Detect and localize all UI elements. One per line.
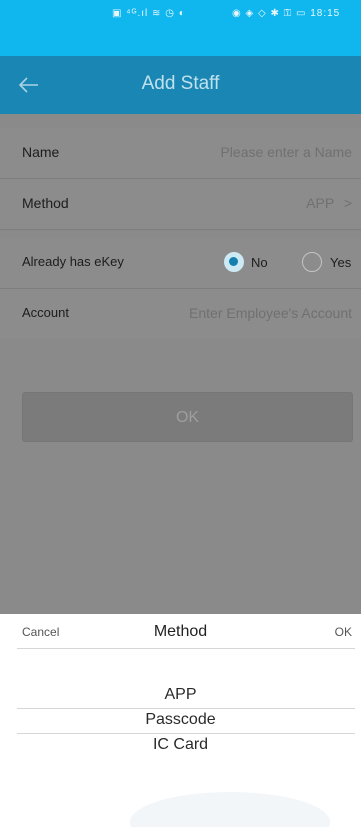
picker-selection-line: [17, 708, 355, 709]
status-icons-right: ◉ ◈ ◇ ✱ ⚿ ▭ 18:15: [232, 8, 341, 19]
page-title: Add Staff: [141, 73, 220, 94]
account-row[interactable]: Account Enter Employee's Account: [0, 289, 361, 339]
picker-option-passcode[interactable]: Passcode: [0, 711, 361, 729]
name-label: Name: [22, 144, 60, 160]
chevron-right-icon: >: [343, 195, 352, 211]
method-row[interactable]: Method APP >: [0, 179, 361, 229]
picker-cancel-button[interactable]: Cancel: [22, 625, 59, 639]
name-input[interactable]: Please enter a Name: [220, 144, 352, 160]
ekey-row: Already has eKey No Yes: [0, 238, 361, 288]
ekey-yes-label[interactable]: Yes: [330, 255, 351, 270]
status-bar: ▣ ⁴ᴳ.ıl ≋ ◷ ◐ ◉ ◈ ◇ ✱ ⚿ ▭ 18:15: [0, 0, 361, 56]
watermark: [130, 792, 330, 827]
picker-selection-line: [17, 733, 355, 734]
divider: [0, 229, 361, 230]
method-picker: Method Cancel OK APP Passcode IC Card: [0, 614, 361, 827]
name-row[interactable]: Name Please enter a Name: [0, 128, 361, 178]
ekey-no-label[interactable]: No: [251, 255, 268, 270]
method-value: APP >: [306, 195, 352, 211]
status-icons-left: ▣ ⁴ᴳ.ıl ≋ ◷ ◐: [112, 8, 186, 19]
ekey-label: Already has eKey: [22, 254, 124, 269]
picker-divider: [17, 648, 355, 649]
account-label: Account: [22, 305, 69, 320]
ekey-yes-radio[interactable]: [302, 252, 322, 272]
app-header: Add Staff: [0, 56, 361, 114]
picker-option-ic-card[interactable]: IC Card: [0, 736, 361, 754]
ekey-no-radio[interactable]: [224, 252, 244, 272]
method-value-text: APP: [306, 195, 334, 211]
picker-ok-button[interactable]: OK: [335, 625, 352, 639]
form-overlay: Name Please enter a Name Method APP > Al…: [0, 114, 361, 614]
picker-option-app[interactable]: APP: [0, 686, 361, 704]
method-label: Method: [22, 195, 69, 211]
ok-button[interactable]: OK: [22, 392, 353, 442]
account-input[interactable]: Enter Employee's Account: [189, 305, 352, 321]
